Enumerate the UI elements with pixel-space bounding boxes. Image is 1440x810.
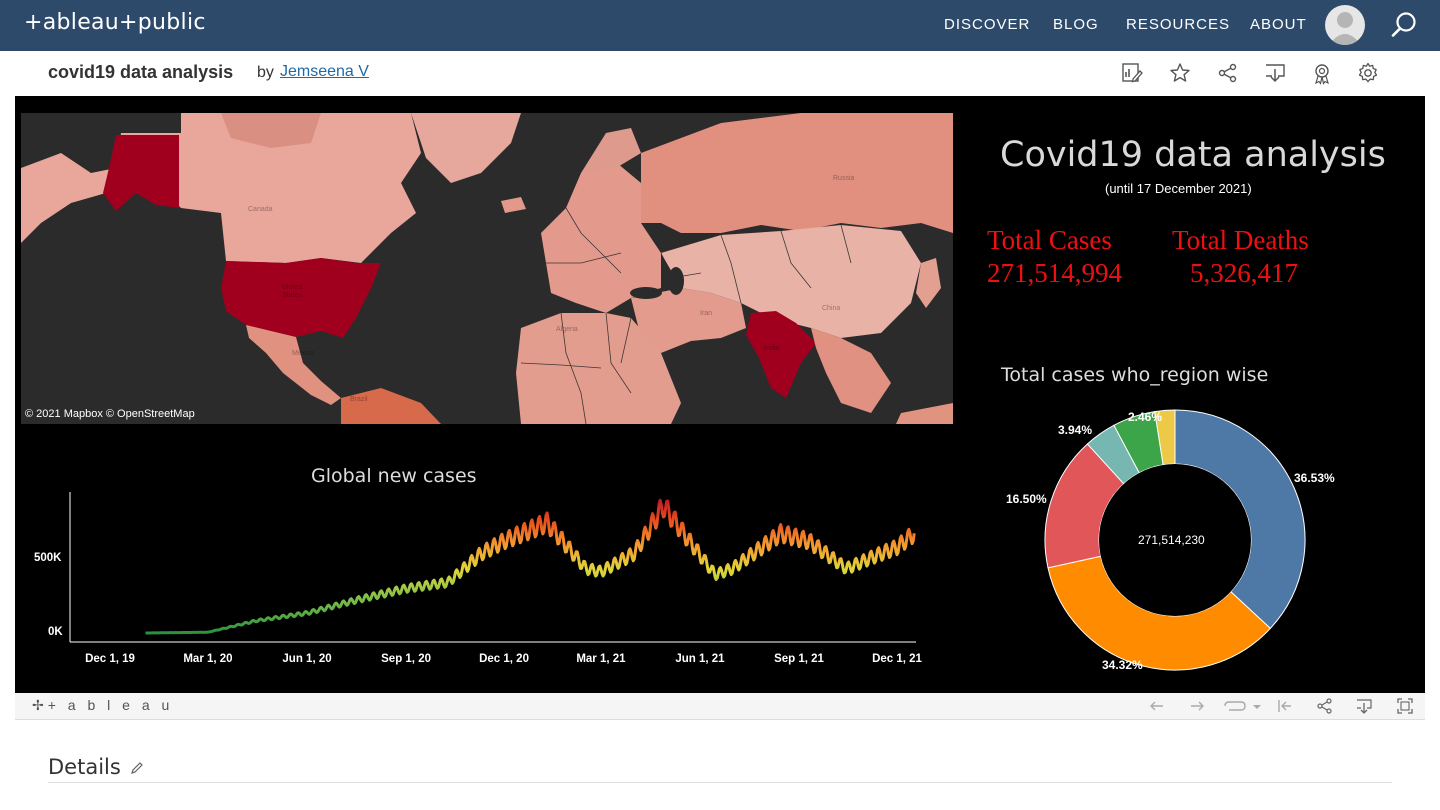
gear-icon	[1358, 62, 1378, 83]
fullscreen-icon	[1397, 698, 1413, 714]
world-map-shapes	[21, 113, 953, 424]
x-tick-label: Sep 1, 21	[774, 653, 824, 665]
download-icon	[1266, 64, 1285, 83]
map-label-brazil: Brazil	[350, 396, 368, 403]
x-tick-label: Mar 1, 21	[576, 653, 626, 665]
nav-discover[interactable]: DISCOVER	[944, 16, 1030, 33]
total-cases-value: 271,514,994	[987, 258, 1122, 288]
dashboard-title: Covid19 data analysis	[1000, 135, 1386, 175]
settings-button[interactable]	[1356, 61, 1380, 85]
total-deaths-label: Total Deaths	[1172, 225, 1309, 255]
revert-button[interactable]	[1222, 697, 1262, 715]
download-button[interactable]	[1263, 61, 1287, 85]
arrow-left-icon	[1150, 701, 1163, 711]
y-tick-label-0k: 0K	[48, 626, 63, 638]
viz-by-label: by	[257, 64, 274, 81]
line-chart-title: Global new cases	[311, 465, 477, 487]
donut-label-6: 2.46%	[1128, 410, 1163, 424]
donut-center-total: 271,514,230	[1138, 533, 1205, 547]
revert-icon	[1224, 701, 1261, 711]
viz-toolbar	[15, 693, 1425, 720]
viz-title: covid19 data analysis	[48, 62, 234, 82]
user-avatar-icon	[1329, 12, 1361, 45]
world-map[interactable]	[21, 113, 953, 424]
map-label-canada: Canada	[248, 206, 273, 213]
reset-button[interactable]	[1276, 697, 1294, 715]
nav-blog[interactable]: BLOG	[1053, 16, 1099, 33]
map-label-india: India	[764, 345, 780, 352]
author-link[interactable]: Jemseena V	[280, 63, 369, 81]
tableau-footer-text: + a b l e a u	[47, 697, 174, 713]
x-tick-label: Dec 1, 19	[85, 653, 135, 665]
donut-chart-title: Total cases who_region wise	[1001, 364, 1269, 386]
details-heading: Details	[48, 755, 121, 779]
nav-resources[interactable]: RESOURCES	[1126, 16, 1230, 33]
map-label-algeria: Algeria	[556, 326, 578, 333]
download-icon	[1357, 699, 1372, 714]
skip-back-icon	[1278, 700, 1291, 712]
donut-label-2: 34.32%	[1102, 658, 1143, 672]
avatar[interactable]	[1325, 5, 1365, 45]
global-new-cases-line[interactable]	[145, 498, 916, 635]
toolbar-share-button[interactable]	[1316, 697, 1334, 715]
share-button[interactable]	[1216, 61, 1240, 85]
x-tick-label: Mar 1, 20	[183, 653, 232, 665]
award-ribbon-icon	[1315, 64, 1329, 85]
pencil-icon	[131, 762, 143, 774]
map-label-mexico: Mexico	[292, 350, 315, 357]
map-label-russia: Russia	[833, 175, 855, 182]
fullscreen-button[interactable]	[1396, 697, 1414, 715]
x-tick-label: Dec 1, 21	[872, 653, 922, 665]
donut-label-4: 3.94%	[1058, 423, 1093, 437]
search-button[interactable]	[1388, 9, 1420, 41]
x-tick-label: Dec 1, 20	[479, 653, 529, 665]
map-label-iran: Iran	[700, 310, 713, 317]
share-icon	[1317, 698, 1332, 714]
edit-viz-button[interactable]	[1120, 61, 1144, 85]
share-icon	[1218, 63, 1237, 83]
x-tick-label: Sep 1, 20	[381, 653, 431, 665]
edit-chart-icon	[1122, 63, 1143, 83]
viz-of-day-button[interactable]	[1310, 61, 1334, 85]
star-icon	[1170, 63, 1190, 82]
total-cases-label: Total Cases	[987, 225, 1112, 255]
map-credit[interactable]: © 2021 Mapbox © OpenStreetMap	[25, 408, 195, 420]
map-label-us: United States	[282, 284, 303, 299]
donut-label-1: 36.53%	[1294, 471, 1335, 485]
tableau-public-logo[interactable]: +ableau+public	[24, 10, 206, 35]
favorite-button[interactable]	[1168, 61, 1192, 85]
nav-about[interactable]: ABOUT	[1250, 16, 1307, 33]
tableau-footer-logo[interactable]: ✢+ a b l e a u	[32, 697, 173, 714]
redo-button[interactable]	[1188, 697, 1206, 715]
global-new-cases-chart[interactable]: Dec 1, 19 Mar 1, 20 Jun 1, 20 Sep 1, 20 Dec …	[15, 490, 935, 675]
undo-button[interactable]	[1148, 697, 1166, 715]
x-tick-label: Jun 1, 20	[282, 653, 331, 665]
tableau-plus-icon: ✢	[32, 697, 48, 713]
x-tick-label: Jun 1, 21	[675, 653, 725, 665]
map-label-china: China	[822, 305, 841, 312]
edit-details-button[interactable]	[130, 761, 144, 780]
total-deaths-value: 5,326,417	[1190, 258, 1298, 288]
y-tick-label-500k: 500K	[34, 552, 62, 564]
toolbar-download-button[interactable]	[1355, 697, 1373, 715]
donut-label-3: 16.50%	[1006, 492, 1047, 506]
details-divider	[48, 782, 1392, 783]
dashboard-subtitle: (until 17 December 2021)	[1105, 181, 1252, 196]
search-icon	[1391, 12, 1416, 37]
arrow-right-icon	[1191, 701, 1204, 711]
